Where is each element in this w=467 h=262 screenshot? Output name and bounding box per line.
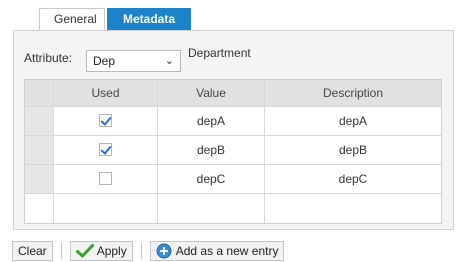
column-header-description[interactable]: Description: [265, 80, 441, 107]
add-new-entry-button[interactable]: Add as a new entry: [149, 241, 285, 261]
description-cell[interactable]: depA: [265, 107, 441, 136]
clear-button-label: Clear: [18, 244, 47, 258]
used-cell: [54, 107, 158, 136]
row-header-corner: [25, 80, 54, 107]
used-cell[interactable]: [54, 194, 158, 223]
checkmark-icon: [75, 244, 94, 258]
description-cell[interactable]: depB: [265, 136, 441, 165]
description-cell[interactable]: [265, 194, 441, 223]
value-cell[interactable]: depB: [158, 136, 265, 165]
attribute-select[interactable]: Dep ⌄: [86, 50, 181, 72]
chevron-down-icon: ⌄: [164, 55, 174, 67]
used-checkbox[interactable]: [99, 143, 112, 157]
value-cell[interactable]: depA: [158, 107, 265, 136]
description-cell[interactable]: depC: [265, 165, 441, 194]
value-cell[interactable]: depC: [158, 165, 265, 194]
values-table: Used Value Description depA depA depB de…: [24, 79, 442, 224]
table-row[interactable]: depB depB: [25, 136, 441, 165]
add-circle-icon: [156, 243, 172, 259]
clear-button[interactable]: Clear: [12, 241, 53, 261]
attribute-select-value: Dep: [93, 54, 116, 68]
used-cell: [54, 136, 158, 165]
tab-metadata[interactable]: Metadata: [107, 8, 191, 30]
row-selector[interactable]: [25, 194, 54, 223]
used-checkbox[interactable]: [99, 114, 112, 128]
used-cell: [54, 165, 158, 194]
row-selector[interactable]: [25, 107, 54, 136]
table-header: Used Value Description: [25, 80, 441, 107]
column-header-value[interactable]: Value: [158, 80, 265, 107]
column-header-used[interactable]: Used: [54, 80, 158, 107]
row-selector[interactable]: [25, 165, 54, 194]
apply-button[interactable]: Apply: [69, 241, 133, 261]
tab-general[interactable]: General: [39, 8, 105, 30]
add-new-entry-label: Add as a new entry: [175, 244, 279, 258]
bottom-toolbar: Clear Apply Add as a new entry: [12, 240, 285, 262]
table-row-empty[interactable]: [25, 194, 441, 223]
toolbar-separator: [140, 243, 142, 259]
table-row[interactable]: depC depC: [25, 165, 441, 194]
apply-button-label: Apply: [96, 244, 127, 258]
attribute-description: Department: [188, 46, 251, 60]
attribute-label: Attribute:: [24, 51, 73, 65]
toolbar-separator: [60, 243, 62, 259]
row-selector[interactable]: [25, 136, 54, 165]
value-cell[interactable]: [158, 194, 265, 223]
table-row[interactable]: depA depA: [25, 107, 441, 136]
used-checkbox[interactable]: [99, 172, 112, 186]
tab-bar: General Metadata: [39, 8, 191, 30]
